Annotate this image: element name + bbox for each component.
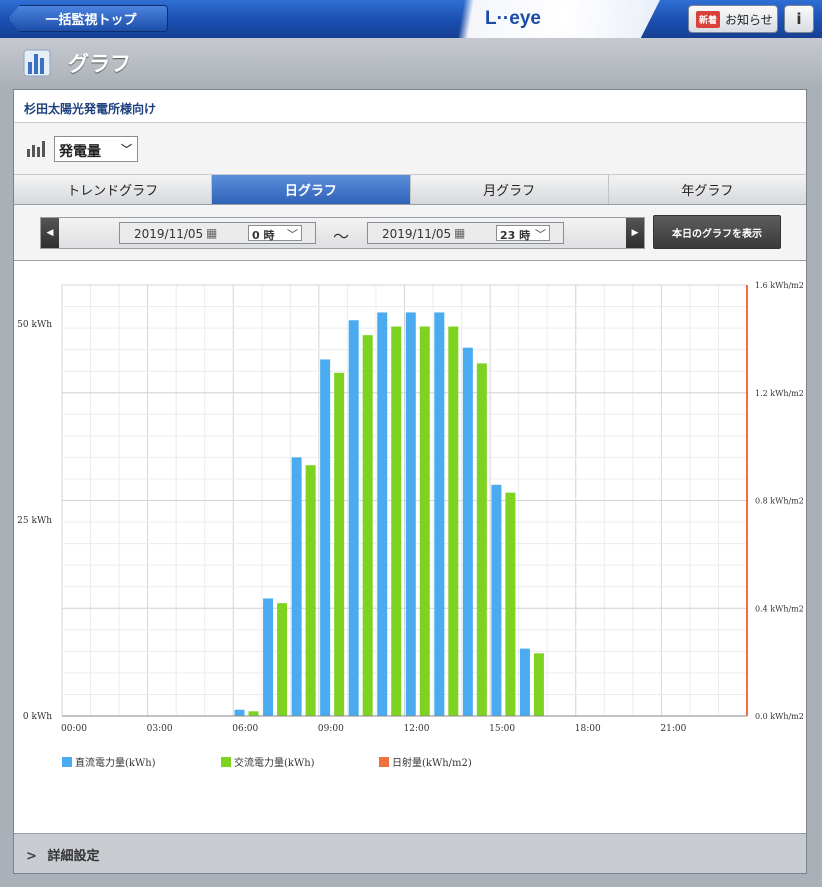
legend-label: 直流電力量(kWh)	[75, 758, 156, 769]
end-hour-value: 23 時	[500, 229, 531, 242]
bar-dc	[462, 347, 473, 716]
info-button[interactable]: i	[784, 5, 814, 33]
tab-trend-graph[interactable]: トレンドグラフ	[14, 175, 213, 204]
x-tick-label: 21:00	[660, 724, 686, 734]
chevron-down-icon: ﹀	[121, 143, 132, 156]
legend-item-dc[interactable]: 直流電力量(kWh)	[62, 754, 156, 769]
x-tick-label: 06:00	[232, 724, 258, 734]
bar-dc	[519, 648, 530, 716]
next-arrow-icon[interactable]: ▶	[626, 218, 644, 248]
chart-legend: 直流電力量(kWh) 交流電力量(kWh) 日射量(kWh/m2)	[62, 754, 762, 770]
graph-tabs: トレンドグラフ 日グラフ 月グラフ 年グラフ	[14, 175, 806, 205]
metric-select-value: 発電量	[59, 144, 101, 160]
metric-row: 発電量 ﹀	[14, 123, 806, 175]
legend-label: 交流電力量(kWh)	[234, 758, 315, 769]
y-right-tick-label: 1.6 kWh/m2	[755, 281, 804, 290]
top-bar: 一括監視トップ L··eye 新着 お知らせ i	[0, 0, 822, 38]
bar-ac	[305, 465, 316, 716]
bar-dc	[291, 457, 302, 716]
date-range-box: ◀ 2019/11/05 ▦ 0 時 ﹀ 〜 2019/11/05 ▦ 23 時…	[40, 217, 645, 249]
bar-ac	[362, 335, 373, 716]
y-left-tick-label: 50 kWh	[17, 320, 52, 330]
end-date: 2019/11/05	[382, 227, 452, 241]
end-hour-select[interactable]: 23 時 ﹀	[496, 225, 550, 242]
bar-dc	[434, 312, 445, 716]
graph-panel: 杉田太陽光発電所様向け 発電量 ﹀ トレンドグラフ 日グラフ 月グラフ 年グラフ…	[13, 89, 807, 874]
page-title: グラフ	[68, 52, 131, 76]
chevron-right-icon: >	[26, 849, 37, 864]
show-today-graph-button[interactable]: 本日のグラフを表示	[653, 215, 781, 249]
legend-swatch	[379, 756, 389, 767]
notice-button[interactable]: 新着 お知らせ	[688, 5, 778, 33]
notice-label: お知らせ	[725, 12, 773, 27]
x-tick-label: 00:00	[61, 724, 87, 734]
bar-ac	[391, 326, 402, 716]
start-hour-value: 0 時	[252, 229, 275, 242]
new-badge-icon: 新着	[696, 10, 721, 28]
calendar-icon[interactable]: ▦	[454, 226, 465, 240]
tab-month-graph[interactable]: 月グラフ	[410, 175, 609, 204]
bar-ac	[505, 492, 516, 716]
legend-swatch	[221, 756, 231, 767]
legend-item-irradiance[interactable]: 日射量(kWh/m2)	[379, 754, 472, 769]
bar-chart-icon	[23, 49, 51, 77]
title-bar: グラフ	[0, 38, 822, 86]
bar-dc	[405, 312, 416, 716]
end-date-field[interactable]: 2019/11/05 ▦ 23 時 ﹀	[367, 222, 564, 244]
back-to-top-button[interactable]: 一括監視トップ	[8, 5, 168, 32]
daily-generation-chart: 0 kWh 25 kWh 50 kWh 0.0 kWh/m2 0.4 kWh/m2 0.8…	[17, 281, 804, 734]
bar-dc	[263, 598, 274, 716]
range-separator: 〜	[333, 227, 350, 246]
metric-select[interactable]: 発電量 ﹀	[54, 136, 138, 162]
chevron-down-icon: ﹀	[287, 228, 298, 241]
previous-arrow-icon[interactable]: ◀	[41, 218, 59, 248]
tab-year-graph[interactable]: 年グラフ	[608, 175, 806, 204]
bar-ac	[533, 653, 544, 716]
x-tick-label: 15:00	[489, 724, 515, 734]
x-tick-label: 18:00	[575, 724, 601, 734]
start-hour-select[interactable]: 0 時 ﹀	[248, 225, 302, 242]
bar-dc	[377, 312, 388, 716]
bar-dc	[348, 320, 359, 716]
bar-ac	[334, 372, 345, 716]
bar-dc	[234, 709, 245, 716]
bar-dc	[320, 359, 331, 716]
x-tick-label: 12:00	[404, 724, 430, 734]
x-tick-label: 03:00	[147, 724, 173, 734]
plant-name: 杉田太陽光発電所様向け	[14, 90, 806, 123]
bar-ac	[419, 326, 430, 716]
date-range-row: ◀ 2019/11/05 ▦ 0 時 ﹀ 〜 2019/11/05 ▦ 23 時…	[14, 205, 806, 261]
l-eye-logo: L··eye	[485, 8, 541, 29]
y-right-tick-label: 1.2 kWh/m2	[755, 389, 804, 398]
y-right-tick-label: 0.4 kWh/m2	[755, 604, 804, 613]
legend-label: 日射量(kWh/m2)	[392, 758, 472, 769]
legend-swatch	[62, 756, 72, 767]
bar-ac	[448, 326, 459, 716]
tab-day-graph[interactable]: 日グラフ	[212, 175, 411, 204]
bar-ac	[476, 363, 487, 716]
detail-settings-toggle[interactable]: > 詳細設定	[14, 833, 806, 873]
start-date-field[interactable]: 2019/11/05 ▦ 0 時 ﹀	[119, 222, 316, 244]
detail-settings-label: 詳細設定	[47, 849, 100, 864]
bar-dc	[491, 484, 502, 716]
chart-icon	[27, 141, 45, 157]
y-left-tick-label: 25 kWh	[17, 516, 52, 526]
y-left-tick-label: 0 kWh	[23, 712, 52, 722]
x-tick-label: 09:00	[318, 724, 344, 734]
bar-ac	[277, 603, 288, 716]
chart-area: 0 kWh 25 kWh 50 kWh 0.0 kWh/m2 0.4 kWh/m2 0.8…	[14, 262, 806, 832]
chevron-down-icon: ﹀	[535, 228, 546, 241]
y-right-tick-label: 0.0 kWh/m2	[755, 712, 804, 721]
calendar-icon[interactable]: ▦	[206, 226, 217, 240]
start-date: 2019/11/05	[134, 227, 204, 241]
legend-item-ac[interactable]: 交流電力量(kWh)	[221, 754, 315, 769]
bar-ac	[248, 711, 259, 716]
y-right-tick-label: 0.8 kWh/m2	[755, 497, 804, 506]
